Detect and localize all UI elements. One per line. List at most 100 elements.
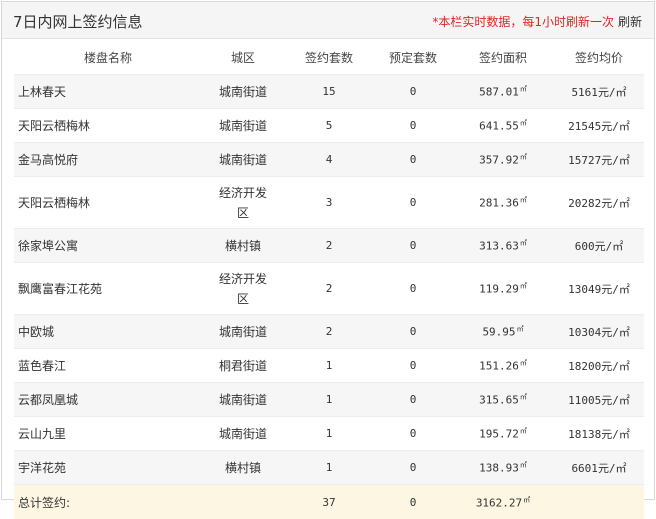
total-area-unit: ㎡	[523, 496, 530, 504]
row-signed-count: 1	[284, 417, 374, 451]
row-area-value: 119.29	[479, 283, 519, 296]
row-avg-price: 20282元/㎡	[554, 177, 644, 229]
row-district-line2: 区	[237, 292, 249, 306]
row-price-value: 15727	[568, 154, 601, 167]
row-price-unit: 元/㎡	[598, 86, 627, 99]
row-price-value: 18138	[568, 428, 601, 441]
total-area-value: 3162.27	[476, 496, 522, 509]
row-area-value: 138.93	[479, 462, 519, 475]
row-area-value: 641.55	[479, 120, 519, 133]
row-price-unit: 元/㎡	[595, 240, 624, 253]
table-row: 飘鹰富春江花苑经济开发区20119.29㎡13049元/㎡	[14, 263, 644, 315]
refresh-link[interactable]: 刷新	[618, 15, 642, 29]
row-price-unit: 元/㎡	[601, 360, 630, 373]
row-signed-area: 281.36㎡	[452, 177, 554, 229]
row-price-value: 21545	[568, 120, 601, 133]
col-header-name: 楼盘名称	[14, 40, 202, 75]
table-row: 云都凤凰城城南街道10315.65㎡11005元/㎡	[14, 383, 644, 417]
row-district: 桐君街道	[202, 349, 284, 383]
row-district: 城南街道	[202, 417, 284, 451]
row-price-unit: 元/㎡	[601, 154, 630, 167]
row-area-unit: ㎡	[520, 427, 527, 435]
row-avg-price: 5161元/㎡	[554, 75, 644, 109]
total-district	[202, 485, 284, 519]
total-area: 3162.27㎡	[452, 485, 554, 519]
col-header-reserved: 预定套数	[374, 40, 452, 75]
row-project-name: 蓝色春江	[14, 349, 202, 383]
row-area-unit: ㎡	[520, 85, 527, 93]
row-signed-area: 587.01㎡	[452, 75, 554, 109]
row-price-unit: 元/㎡	[601, 283, 630, 296]
realtime-notice: *本栏实时数据，每1小时刷新一次刷新	[432, 13, 642, 30]
row-area-unit: ㎡	[520, 393, 527, 401]
row-reserved-count: 0	[374, 383, 452, 417]
row-signed-area: 119.29㎡	[452, 263, 554, 315]
row-signed-count: 1	[284, 349, 374, 383]
row-district: 城南街道	[202, 315, 284, 349]
row-signed-area: 138.93㎡	[452, 451, 554, 485]
total-label: 总计签约:	[14, 485, 202, 519]
row-reserved-count: 0	[374, 451, 452, 485]
signing-info-panel: 7日内网上签约信息 *本栏实时数据，每1小时刷新一次刷新 楼盘名称 城区 签约套…	[1, 1, 655, 500]
row-avg-price: 600元/㎡	[554, 229, 644, 263]
row-signed-count: 15	[284, 75, 374, 109]
row-project-name: 云都凤凰城	[14, 383, 202, 417]
row-reserved-count: 0	[374, 75, 452, 109]
signing-table: 楼盘名称 城区 签约套数 预定套数 签约面积 签约均价 上林春天城南街道1505…	[14, 40, 644, 519]
row-project-name: 中欧城	[14, 315, 202, 349]
row-district: 城南街道	[202, 383, 284, 417]
table-row: 金马高悦府城南街道40357.92㎡15727元/㎡	[14, 143, 644, 177]
row-price-unit: 元/㎡	[601, 197, 630, 210]
row-price-unit: 元/㎡	[601, 326, 630, 339]
row-district-line2: 区	[237, 206, 249, 220]
table-row: 上林春天城南街道150587.01㎡5161元/㎡	[14, 75, 644, 109]
row-district: 城南街道	[202, 109, 284, 143]
row-price-value: 5161	[571, 86, 598, 99]
row-avg-price: 13049元/㎡	[554, 263, 644, 315]
row-reserved-count: 0	[374, 315, 452, 349]
row-price-value: 18200	[568, 360, 601, 373]
row-avg-price: 6601元/㎡	[554, 451, 644, 485]
row-price-value: 13049	[568, 283, 601, 296]
row-area-value: 59.95	[482, 326, 515, 339]
panel-title: 7日内网上签约信息	[13, 11, 143, 32]
row-price-unit: 元/㎡	[598, 462, 627, 475]
row-area-unit: ㎡	[517, 325, 524, 333]
total-signed: 37	[284, 485, 374, 519]
row-signed-count: 4	[284, 143, 374, 177]
row-area-value: 281.36	[479, 197, 519, 210]
row-area-unit: ㎡	[520, 239, 527, 247]
row-area-value: 357.92	[479, 154, 519, 167]
row-area-unit: ㎡	[520, 359, 527, 367]
row-project-name: 金马高悦府	[14, 143, 202, 177]
row-signed-area: 313.63㎡	[452, 229, 554, 263]
total-price	[554, 485, 644, 519]
row-avg-price: 15727元/㎡	[554, 143, 644, 177]
row-reserved-count: 0	[374, 109, 452, 143]
row-district: 经济开发区	[202, 177, 284, 229]
row-project-name: 宇洋花苑	[14, 451, 202, 485]
row-district: 横村镇	[202, 229, 284, 263]
row-district: 横村镇	[202, 451, 284, 485]
table-row: 天阳云栖梅林城南街道50641.55㎡21545元/㎡	[14, 109, 644, 143]
total-row: 总计签约: 37 0 3162.27㎡	[14, 485, 644, 519]
row-reserved-count: 0	[374, 143, 452, 177]
table-header-row: 楼盘名称 城区 签约套数 预定套数 签约面积 签约均价	[14, 40, 644, 75]
row-project-name: 天阳云栖梅林	[14, 109, 202, 143]
col-header-signed: 签约套数	[284, 40, 374, 75]
total-reserved: 0	[374, 485, 452, 519]
row-signed-area: 151.26㎡	[452, 349, 554, 383]
row-signed-area: 357.92㎡	[452, 143, 554, 177]
row-reserved-count: 0	[374, 349, 452, 383]
table-body: 上林春天城南街道150587.01㎡5161元/㎡天阳云栖梅林城南街道50641…	[14, 75, 644, 485]
row-signed-area: 195.72㎡	[452, 417, 554, 451]
row-signed-area: 59.95㎡	[452, 315, 554, 349]
row-area-value: 195.72	[479, 428, 519, 441]
row-signed-area: 641.55㎡	[452, 109, 554, 143]
row-district: 城南街道	[202, 75, 284, 109]
row-avg-price: 10304元/㎡	[554, 315, 644, 349]
row-reserved-count: 0	[374, 229, 452, 263]
col-header-price: 签约均价	[554, 40, 644, 75]
row-area-value: 151.26	[479, 360, 519, 373]
table-row: 徐家埠公寓横村镇20313.63㎡600元/㎡	[14, 229, 644, 263]
